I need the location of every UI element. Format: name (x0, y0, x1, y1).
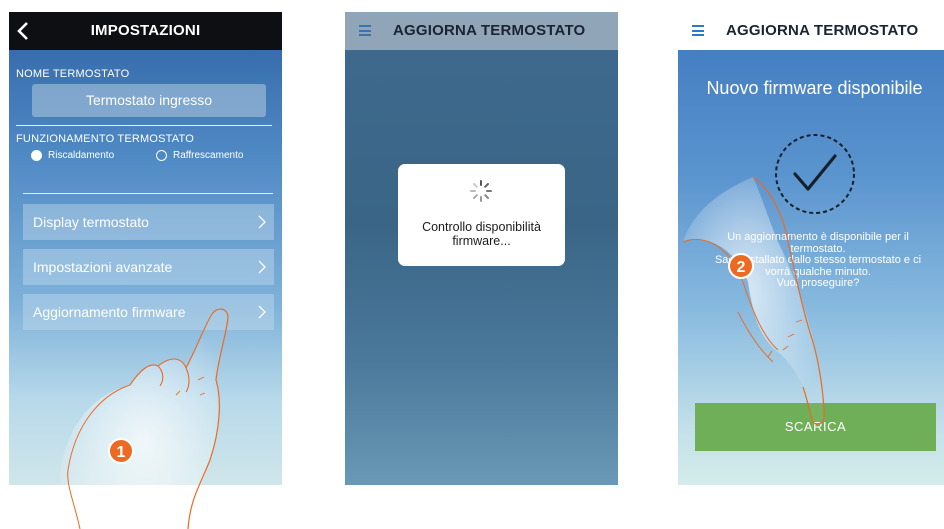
thermostat-name-label: NOME TERMOSTATO (16, 68, 130, 80)
step-badge: 2 (728, 253, 754, 279)
update-check-screen: AGGIORNA TERMOSTATO Controllo disponibil… (345, 12, 618, 485)
firmware-available-screen: AGGIORNA TERMOSTATO Nuovo firmware dispo… (678, 12, 944, 485)
chevron-right-icon (258, 215, 266, 229)
radio-unselected-icon (156, 150, 167, 161)
loading-spinner-icon (470, 180, 492, 202)
thermostat-name-field[interactable]: Termostato ingresso (32, 84, 266, 117)
radio-heating[interactable]: Riscaldamento (31, 150, 114, 161)
radio-heating-label: Riscaldamento (48, 150, 115, 161)
loading-dialog: Controllo disponibilità firmware... (398, 164, 565, 266)
dialog-message-line: Controllo disponibilità (422, 220, 541, 234)
chevron-right-icon (258, 260, 266, 274)
step-badge: 1 (108, 438, 134, 464)
pointing-hand-icon (60, 308, 229, 529)
update-header: AGGIORNA TERMOSTATO (678, 12, 944, 50)
page-title: AGGIORNA TERMOSTATO (393, 22, 586, 39)
hamburger-menu-icon[interactable] (692, 25, 704, 36)
menu-item-advanced[interactable]: Impostazioni avanzate (23, 249, 274, 285)
thermostat-mode-label: FUNZIONAMENTO TERMOSTATO (16, 133, 194, 145)
menu-item-label: Impostazioni avanzate (33, 259, 173, 275)
pointing-hand-icon (682, 176, 825, 425)
dialog-message: Controllo disponibilità firmware... (398, 220, 565, 248)
radio-selected-icon (31, 150, 42, 161)
radio-cooling[interactable]: Raffrescamento (156, 150, 243, 161)
divider (23, 193, 273, 194)
divider (16, 125, 272, 126)
page-title: IMPOSTAZIONI (90, 22, 201, 39)
hamburger-menu-icon[interactable] (359, 25, 371, 36)
radio-cooling-label: Raffrescamento (173, 150, 244, 161)
page-title: AGGIORNA TERMOSTATO (726, 22, 919, 39)
menu-item-display[interactable]: Display termostato (23, 204, 274, 240)
update-header: AGGIORNA TERMOSTATO (345, 12, 618, 50)
dialog-message-line: firmware... (452, 234, 511, 248)
settings-header: IMPOSTAZIONI (9, 12, 282, 50)
firmware-heading: Nuovo firmware disponibile (706, 78, 923, 98)
menu-item-label: Display termostato (33, 214, 149, 230)
